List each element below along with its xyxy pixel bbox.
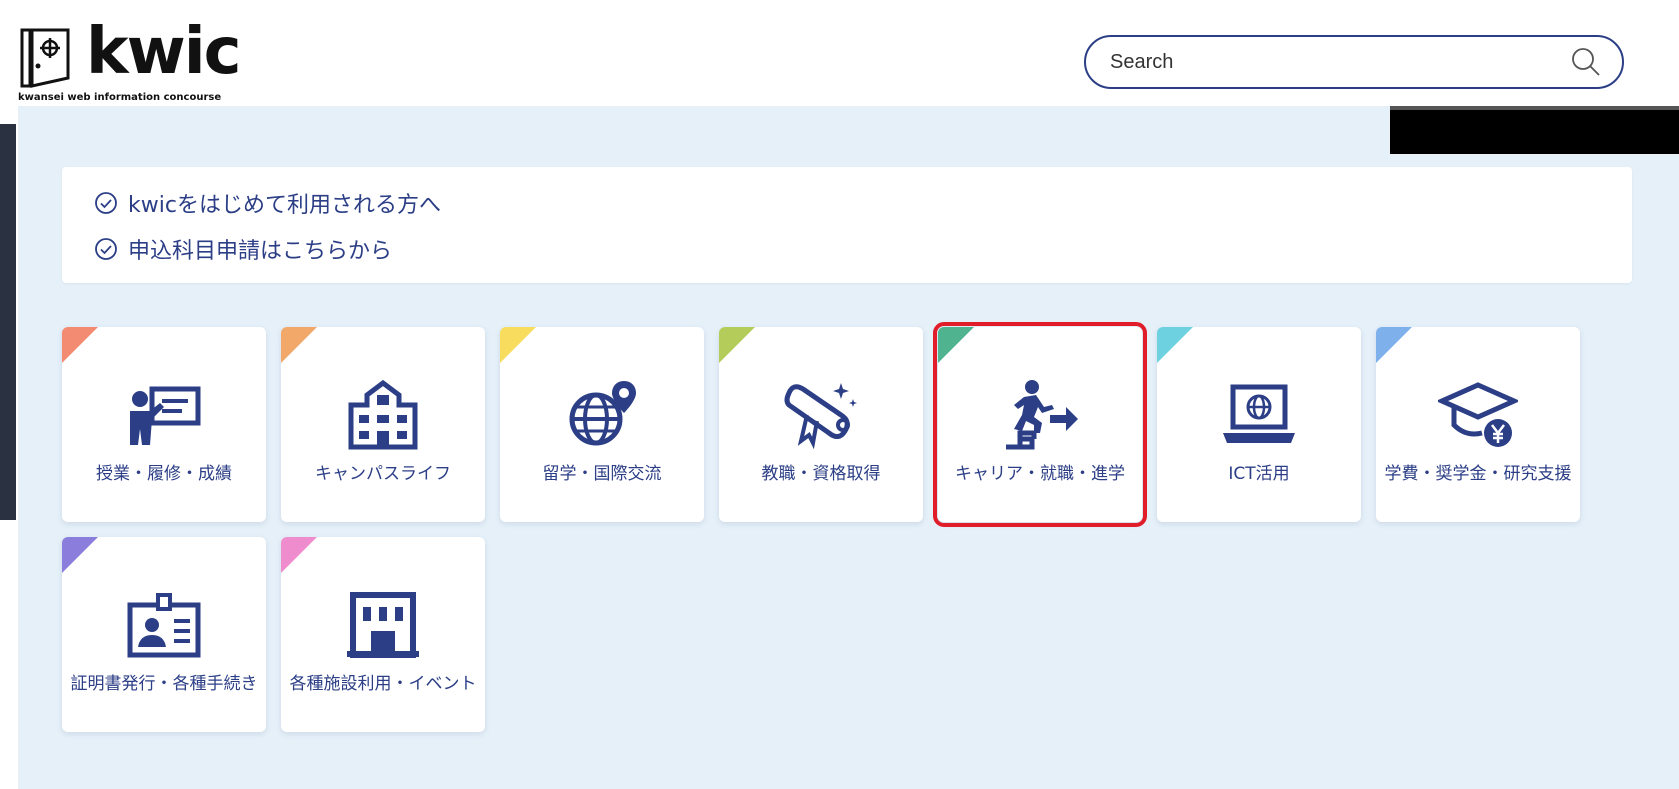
tile-label: 各種施設利用・イベント: [289, 674, 477, 694]
tile-classes-grades[interactable]: 授業・履修・成績: [62, 327, 266, 522]
left-sidebar-strip: [0, 124, 16, 520]
diploma-icon: [784, 383, 857, 450]
tile-study-abroad[interactable]: 留学・国際交流: [500, 327, 704, 522]
tile-campus-life[interactable]: キャンパスライフ: [281, 327, 485, 522]
facility-icon: [347, 592, 419, 658]
tile-corner-accent: [62, 537, 98, 573]
tile-teaching-license[interactable]: 教職・資格取得: [719, 327, 923, 522]
tile-ict[interactable]: ICT活用: [1157, 327, 1361, 522]
tile-corner-accent: [281, 327, 317, 363]
lecture-icon: [130, 386, 201, 445]
tile-label: キャンパスライフ: [315, 464, 451, 484]
check-circle-icon: [95, 238, 117, 260]
tile-corner-accent: [500, 327, 536, 363]
tile-corner-accent: [938, 327, 974, 363]
search-input[interactable]: [1108, 49, 1570, 75]
school-building-icon: [348, 379, 418, 450]
kwic-logo[interactable]: kwic kwansei web information concourse: [18, 16, 248, 106]
graduation-cap-yen-icon: [1438, 382, 1518, 447]
header: kwic kwansei web information concourse: [0, 0, 1679, 106]
laptop-icon: [1223, 384, 1295, 443]
tile-certificates[interactable]: 証明書発行・各種手続き: [62, 537, 266, 732]
tile-label: 証明書発行・各種手続き: [70, 674, 258, 694]
tile-label: ICT活用: [1228, 464, 1290, 484]
globe-pin-icon: [569, 381, 636, 446]
door-logo-icon: [20, 28, 70, 88]
tile-facilities-events[interactable]: 各種施設利用・イベント: [281, 537, 485, 732]
tile-label: 授業・履修・成績: [96, 464, 232, 484]
check-circle-icon: [95, 192, 117, 214]
tile-corner-accent: [281, 537, 317, 573]
tile-corner-accent: [62, 327, 98, 363]
tile-label: 教職・資格取得: [761, 464, 881, 484]
id-card-icon: [127, 593, 201, 658]
search-box[interactable]: [1084, 35, 1624, 89]
tile-label: 学費・奨学金・研究支援: [1384, 464, 1572, 484]
tile-career[interactable]: キャリア・就職・進学: [933, 322, 1147, 527]
career-stairs-icon: [1006, 380, 1078, 450]
tile-corner-accent: [1376, 327, 1412, 363]
notice-link-course-application[interactable]: 申込科目申請はこちらから: [94, 233, 392, 265]
redacted-user-area: [1390, 110, 1679, 154]
logo-tagline: kwansei web information concourse: [18, 92, 222, 103]
tile-corner-accent: [719, 327, 755, 363]
notice-text: kwicをはじめて利用される方へ: [128, 193, 441, 218]
tile-tuition-scholarship[interactable]: 学費・奨学金・研究支援: [1376, 327, 1580, 522]
logo-wordmark: kwic: [86, 15, 242, 89]
notice-text: 申込科目申請はこちらから: [128, 239, 393, 264]
tile-corner-accent: [1157, 327, 1193, 363]
search-icon[interactable]: [1570, 46, 1602, 78]
tile-label: キャリア・就職・進学: [955, 464, 1125, 484]
notice-link-first-time[interactable]: kwicをはじめて利用される方へ: [94, 187, 441, 219]
tile-label: 留学・国際交流: [542, 464, 662, 484]
notice-panel: kwicをはじめて利用される方へ 申込科目申請はこちらから: [62, 167, 1632, 283]
